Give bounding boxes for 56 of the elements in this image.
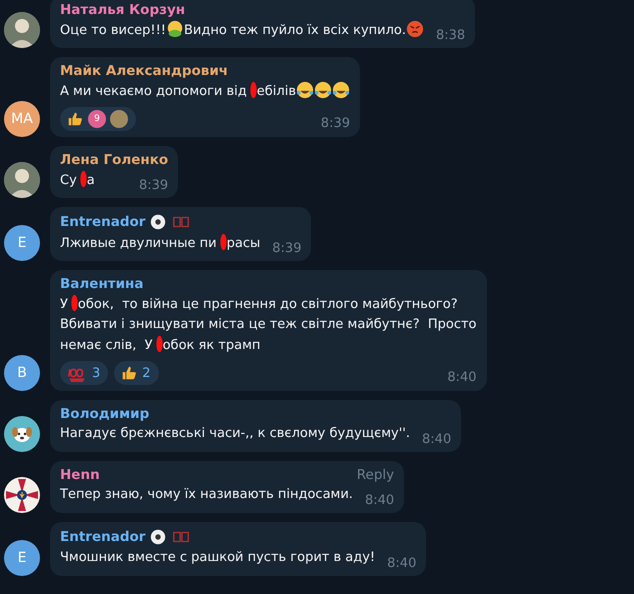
laughing-face-icon [332, 81, 350, 99]
reactor-avatar [110, 110, 128, 128]
user-avatar[interactable] [4, 162, 40, 198]
message-text-part: ебілів [256, 84, 296, 99]
laughing-face-icon [314, 81, 332, 99]
censor-mark-icon [156, 335, 163, 353]
censor-mark-icon [80, 170, 87, 188]
message-text-part: Нагадує брєжнєвські часи-,, к свєлому будущєму''. [60, 426, 410, 441]
message-text-part: Лживые двуличные пи [60, 236, 217, 251]
author-name[interactable]: Entrenador [60, 214, 146, 230]
angry-face-icon [406, 20, 424, 38]
message-time: 8:40 [422, 431, 452, 449]
user-avatar[interactable] [4, 12, 40, 48]
censor-mark-icon [220, 233, 227, 251]
user-avatar[interactable] [4, 416, 40, 452]
censor-mark-icon [70, 294, 78, 312]
message-time: 8:39 [272, 240, 302, 258]
message-text-part: Су [60, 173, 77, 188]
reply-link[interactable]: Reply [296, 467, 394, 483]
message-time: 8:39 [139, 177, 168, 195]
message-time: 8:40 [387, 555, 416, 573]
message-text-part: Видно теж пуйло їх всіх купило. [184, 23, 406, 38]
reaction-chip[interactable]: 3 [60, 361, 108, 385]
sick-face-icon [166, 20, 184, 38]
message-text-part: Чмошник вместе с рашкой пусть горит в аду! [60, 550, 376, 565]
author-name[interactable]: Лена Голенко [60, 152, 168, 168]
reaction-count: 3 [92, 366, 100, 380]
thumbs-up-icon [120, 364, 138, 382]
reactor-count-badge: 9 [88, 110, 106, 128]
author-name[interactable]: Наталья Корзун [60, 2, 186, 18]
message-time: 8:39 [320, 116, 350, 131]
message-time: 8:40 [364, 492, 394, 510]
censor-mark-icon [250, 81, 257, 99]
author-name[interactable]: Валентина [60, 276, 144, 292]
message-text-part: Вбивати і знищувати міста це теж світле майбутнє? Просто [60, 317, 477, 332]
author-name[interactable]: Володимир [60, 406, 150, 422]
reaction-chip[interactable]: 2 [114, 361, 159, 385]
message-text-part: Оце то висер!!! [60, 23, 166, 38]
message-time: 8:38 [436, 27, 466, 45]
message-text-part: А ми чекаємо допомоги від [60, 84, 247, 99]
message-text-part: У [60, 297, 68, 312]
author-name[interactable]: Майк Александрович [60, 63, 228, 79]
message-text-part: Тепер знаю, чому їх називають піндосами. [60, 487, 353, 502]
message-text-part: немає слів, У [60, 338, 153, 353]
thumbs-up-icon [66, 110, 84, 128]
reaction-count: 2 [142, 366, 151, 380]
message-text-part: обок, то війна це прагнення до світлого майбутнього? [78, 297, 458, 312]
message-text-part: расы [226, 236, 260, 251]
message-text-part: а [86, 173, 95, 188]
author-name[interactable]: Entrenador [60, 529, 146, 545]
message-time: 8:40 [446, 370, 477, 385]
laughing-face-icon [296, 81, 314, 99]
reaction-chip[interactable]: 9 [60, 107, 136, 131]
author-name[interactable]: Henn [60, 467, 100, 483]
user-avatar[interactable] [4, 477, 40, 513]
message-text-part: обок як трамп [162, 338, 260, 353]
